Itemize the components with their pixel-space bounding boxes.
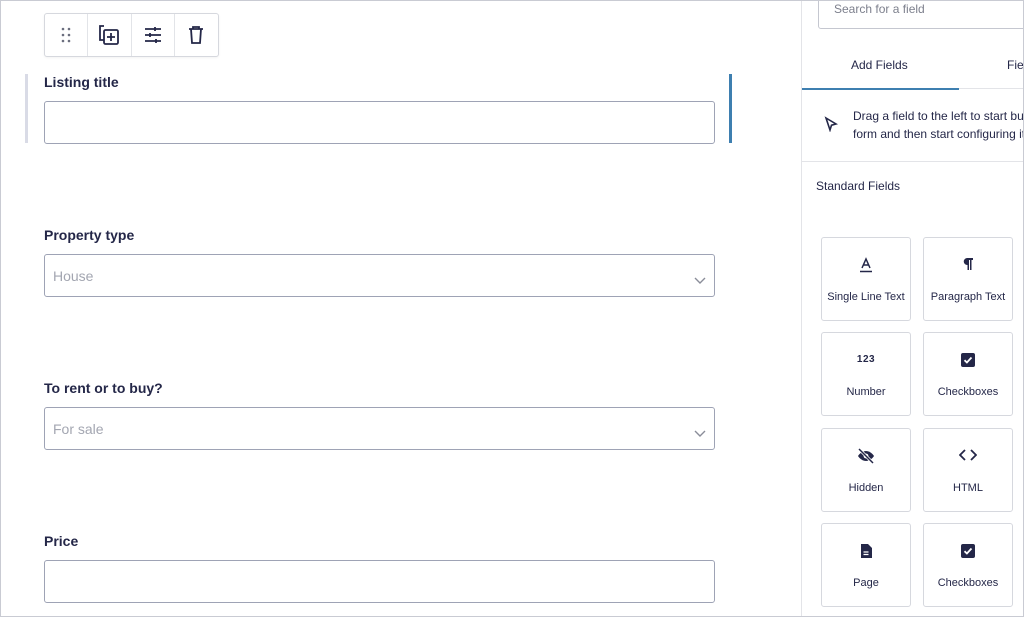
code-icon: [958, 448, 978, 467]
duplicate-icon: [98, 24, 120, 46]
drag-hint: Drag a field to the left to start buildi…: [802, 96, 1024, 162]
drag-hint-text: Drag a field to the left to start buildi…: [853, 107, 1024, 143]
checkboxes-tile[interactable]: Checkboxes: [923, 332, 1013, 416]
checkbox-icon: [960, 352, 976, 373]
price-input[interactable]: [44, 560, 715, 603]
checkboxes-tile-2[interactable]: Checkboxes: [923, 523, 1013, 607]
drag-hint-line-2: form and then start configuring it.: [853, 127, 1024, 141]
tile-label: Checkboxes: [937, 386, 999, 398]
rent-or-buy-label: To rent or to buy?: [44, 380, 163, 396]
cursor-arrow-icon: [824, 116, 839, 137]
rent-or-buy-value: For sale: [53, 421, 104, 437]
selection-indicator-right: [729, 74, 732, 143]
sidebar-tabs: Add Fields Field Settings: [802, 53, 1023, 90]
tile-label: Paragraph Text: [930, 291, 1006, 303]
html-tile[interactable]: HTML: [923, 428, 1013, 512]
property-type-select[interactable]: House: [44, 254, 715, 297]
drag-hint-line-1: Drag a field to the left to start buildi…: [853, 109, 1024, 123]
checkbox-icon: [960, 543, 976, 564]
sliders-icon: [143, 26, 163, 44]
drag-handle-button[interactable]: [45, 14, 89, 56]
text-icon: [859, 257, 873, 278]
tile-label: Checkboxes: [937, 577, 999, 589]
tile-label: Page: [853, 577, 879, 589]
tab-field-settings[interactable]: Field Settings: [1007, 58, 1023, 72]
drag-handle-icon: [59, 26, 73, 44]
pilcrow-icon: [963, 257, 973, 276]
search-placeholder: Search for a field: [834, 2, 925, 16]
field-sidebar: Search for a field Add Fields Field Sett…: [801, 1, 1024, 616]
listing-title-label: Listing title: [44, 74, 119, 90]
field-settings-button[interactable]: [132, 14, 175, 56]
standard-fields-title: Standard Fields: [816, 179, 901, 193]
hidden-tile[interactable]: Hidden: [821, 428, 911, 512]
trash-icon: [187, 25, 205, 45]
chevron-down-icon: [694, 272, 706, 290]
selection-indicator-left: [25, 74, 28, 143]
number-icon: 123: [856, 354, 876, 365]
active-tab-indicator: [802, 88, 959, 90]
field-toolbar: [44, 13, 219, 57]
tile-label: Number: [846, 386, 886, 398]
page-tile[interactable]: Page: [821, 523, 911, 607]
single-line-text-tile[interactable]: Single Line Text: [821, 237, 911, 321]
tile-label: HTML: [953, 482, 983, 494]
number-tile[interactable]: 123 Number: [821, 332, 911, 416]
app-frame: Listing title Property type House To ren…: [0, 0, 1024, 617]
listing-title-input[interactable]: [44, 101, 715, 144]
delete-button[interactable]: [175, 14, 218, 56]
duplicate-button[interactable]: [88, 14, 132, 56]
tile-label: Single Line Text: [827, 291, 905, 303]
property-type-label: Property type: [44, 227, 135, 243]
tile-label: Hidden: [848, 482, 884, 494]
price-label: Price: [44, 533, 79, 549]
property-type-value: House: [53, 268, 94, 284]
field-search-input[interactable]: Search for a field: [818, 1, 1023, 29]
eye-off-icon: [857, 447, 875, 469]
chevron-down-icon: [694, 425, 706, 443]
paragraph-text-tile[interactable]: Paragraph Text: [923, 237, 1013, 321]
rent-or-buy-select[interactable]: For sale: [44, 407, 715, 450]
tab-add-fields[interactable]: Add Fields: [851, 58, 908, 72]
page-icon: [859, 543, 873, 564]
